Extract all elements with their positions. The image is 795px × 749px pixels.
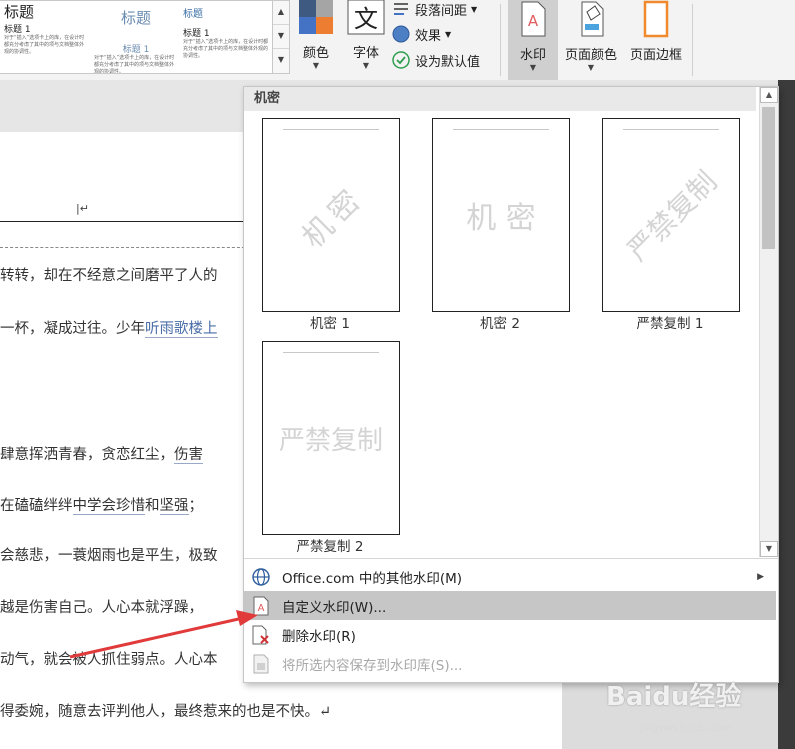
annotation-arrow — [69, 610, 258, 659]
baidu-watermark-url: jingyan.baidu.com — [640, 723, 733, 734]
baidu-watermark-logo: Baidu经验 — [606, 682, 742, 712]
